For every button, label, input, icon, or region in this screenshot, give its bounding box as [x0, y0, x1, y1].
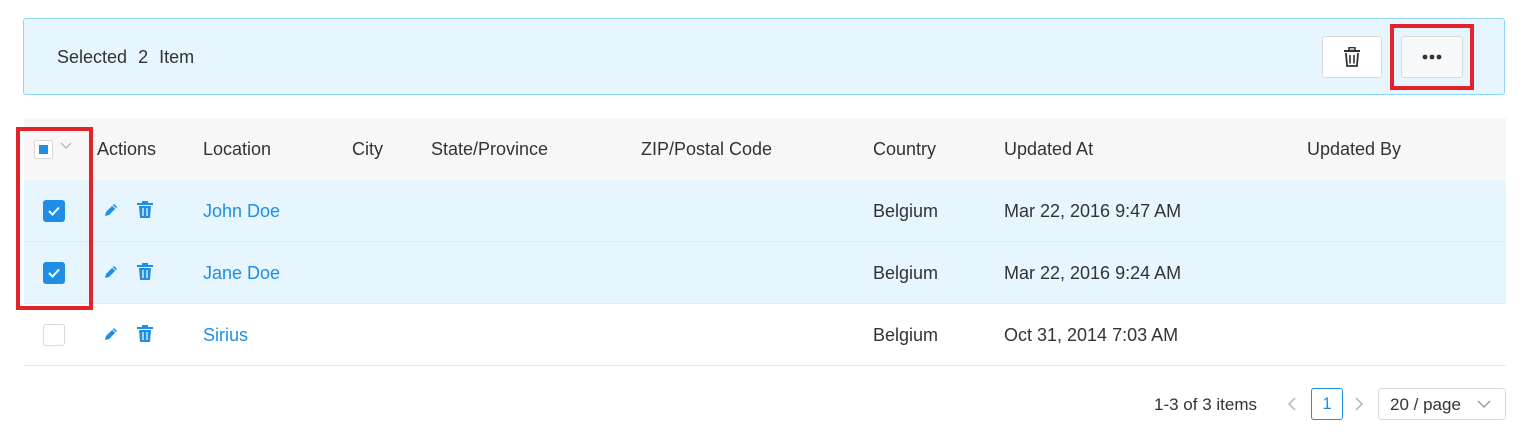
page-size-value: 20 / page	[1390, 395, 1461, 414]
location-link[interactable]: John Doe	[203, 180, 280, 242]
edit-icon[interactable]	[103, 264, 119, 280]
updated-at-cell: Mar 22, 2016 9:24 AM	[1004, 263, 1182, 283]
chevron-right-icon[interactable]	[1353, 396, 1365, 412]
row-checkbox[interactable]	[43, 200, 65, 222]
column-header-state[interactable]: State/Province	[431, 118, 548, 180]
country-cell: Belgium	[873, 201, 939, 221]
column-header-zip[interactable]: ZIP/Postal Code	[641, 118, 772, 180]
delete-icon[interactable]	[137, 263, 153, 281]
bulk-delete-button[interactable]	[1322, 36, 1382, 78]
row-checkbox[interactable]	[43, 262, 65, 284]
country-cell: Belgium	[873, 325, 939, 345]
more-dots-icon	[1422, 54, 1442, 60]
chevron-down-icon[interactable]	[60, 142, 72, 150]
column-header-updated-by[interactable]: Updated By	[1307, 118, 1401, 180]
checkmark-icon	[48, 268, 60, 278]
column-header-country[interactable]: Country	[873, 118, 936, 180]
trash-icon	[1344, 47, 1360, 67]
table-row: John Doe Belgium Mar 22, 2016 9:47 AM	[24, 180, 1506, 242]
table-header: Actions Location City State/Province ZIP…	[24, 118, 1506, 180]
page-size-select[interactable]: 20 / page	[1378, 388, 1506, 420]
updated-at-cell: Oct 31, 2014 7:03 AM	[1004, 325, 1179, 345]
chevron-down-icon	[1477, 400, 1491, 408]
edit-icon[interactable]	[103, 202, 119, 218]
selection-count: 2	[138, 47, 149, 67]
country-cell: Belgium	[873, 263, 939, 283]
edit-icon[interactable]	[103, 326, 119, 342]
selection-bar: Selected 2 Item	[23, 18, 1505, 95]
row-checkbox[interactable]	[43, 324, 65, 346]
pagination-summary: 1-3 of 3 items	[1154, 395, 1257, 414]
location-link[interactable]: Sirius	[203, 304, 248, 366]
column-header-updated-at[interactable]: Updated At	[1004, 118, 1093, 180]
delete-icon[interactable]	[137, 325, 153, 343]
column-header-city[interactable]: City	[352, 118, 383, 180]
page-number-current[interactable]: 1	[1311, 388, 1343, 420]
table-row: Jane Doe Belgium Mar 22, 2016 9:24 AM	[24, 242, 1506, 304]
delete-icon[interactable]	[137, 201, 153, 219]
chevron-left-icon[interactable]	[1286, 396, 1298, 412]
column-header-actions: Actions	[97, 139, 157, 159]
select-all-checkbox[interactable]	[34, 140, 53, 159]
selection-prefix: Selected	[57, 47, 128, 67]
table-row: Sirius Belgium Oct 31, 2014 7:03 AM	[24, 304, 1506, 366]
location-link[interactable]: Jane Doe	[203, 242, 280, 304]
column-header-location[interactable]: Location	[203, 118, 271, 180]
updated-at-cell: Mar 22, 2016 9:47 AM	[1004, 201, 1182, 221]
selection-summary: Selected 2 Item	[57, 47, 200, 68]
more-actions-button[interactable]	[1401, 36, 1463, 78]
checkmark-icon	[48, 206, 60, 216]
selection-suffix: Item	[159, 47, 195, 67]
